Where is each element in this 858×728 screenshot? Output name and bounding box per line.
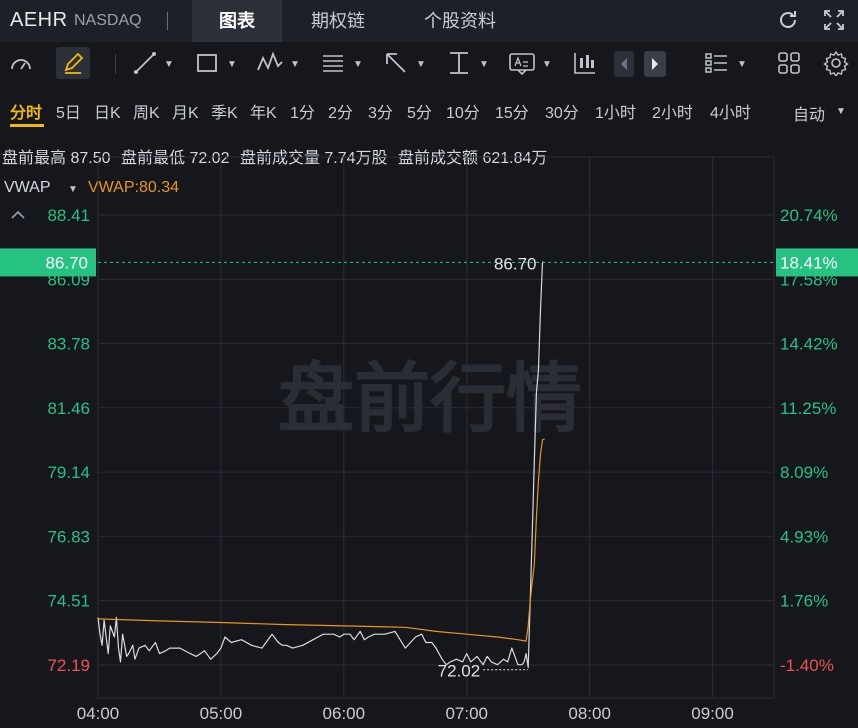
y-tick-label-left: 72.19 bbox=[47, 656, 90, 675]
y-tick-label-right: 11.25% bbox=[780, 399, 836, 418]
price-line bbox=[97, 261, 545, 669]
x-tick-label: 07:00 bbox=[445, 704, 488, 723]
y-tick-label-right: -1.40% bbox=[780, 656, 834, 675]
max-price-annotation: 86.70 bbox=[494, 254, 537, 273]
intraday-chart[interactable]: 盘前行情 88.4186.0983.7881.4679.1476.8374.51… bbox=[0, 0, 858, 728]
x-tick-label: 09:00 bbox=[691, 704, 734, 723]
vwap-line bbox=[97, 438, 545, 642]
y-tick-label-left: 76.83 bbox=[47, 527, 90, 546]
x-tick-label: 06:00 bbox=[323, 704, 366, 723]
y-tick-label-left: 88.41 bbox=[47, 206, 90, 225]
y-tick-label-left: 83.78 bbox=[47, 334, 90, 353]
y-tick-label-right: 1.76% bbox=[780, 592, 828, 611]
y-tick-label-right: 20.74% bbox=[780, 206, 838, 225]
x-tick-label: 04:00 bbox=[77, 704, 120, 723]
x-tick-label: 08:00 bbox=[568, 704, 611, 723]
y-tick-label-left: 79.14 bbox=[47, 463, 90, 482]
current-pct-label: 18.41% bbox=[780, 253, 838, 272]
y-tick-label-right: 4.93% bbox=[780, 527, 828, 546]
y-tick-label-left: 74.51 bbox=[47, 592, 90, 611]
current-price-label: 86.70 bbox=[45, 253, 88, 272]
x-tick-label: 05:00 bbox=[200, 704, 243, 723]
y-tick-label-right: 14.42% bbox=[780, 334, 838, 353]
y-tick-label-left: 81.46 bbox=[47, 399, 90, 418]
y-tick-label-right: 8.09% bbox=[780, 463, 828, 482]
min-price-annotation: 72.02 bbox=[438, 662, 481, 681]
